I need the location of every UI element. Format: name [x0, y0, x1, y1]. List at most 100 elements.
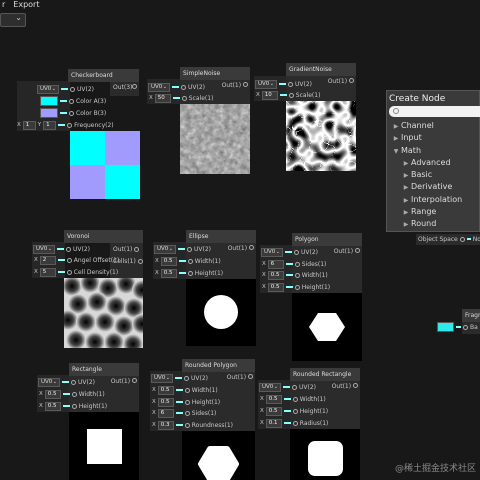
width-field[interactable]: 0.5	[265, 394, 282, 404]
width-field[interactable]: 0.5	[157, 385, 174, 395]
uv-channel-select[interactable]: UV0	[38, 377, 60, 387]
port-icon[interactable]	[292, 384, 297, 390]
port-icon[interactable]	[248, 374, 253, 379]
port-icon[interactable]	[355, 248, 360, 253]
node-title[interactable]: Voronoi	[64, 230, 143, 243]
node-title[interactable]: Polygon	[292, 233, 362, 246]
create-node-item-channel[interactable]: ▶ Channel	[387, 120, 479, 132]
create-node-item-math[interactable]: ▼ Math	[387, 145, 479, 157]
node-title[interactable]: GradientNoise	[286, 63, 356, 76]
node-title[interactable]: Rounded Polygon	[182, 359, 255, 372]
create-node-item-interpolation[interactable]: ▶ Interpolation	[387, 194, 479, 206]
port-icon[interactable]	[66, 257, 72, 263]
width-field[interactable]: 0.5	[44, 389, 61, 399]
port-icon[interactable]	[66, 246, 71, 252]
roundness-field[interactable]: 0.3	[157, 420, 174, 430]
output-port[interactable]: Out(3)	[110, 82, 139, 96]
port-icon[interactable]	[69, 110, 74, 116]
create-node-item-input[interactable]: ▶ Input	[387, 132, 479, 144]
port-icon[interactable]	[132, 84, 138, 89]
port-icon[interactable]	[181, 84, 186, 90]
mode-dropdown[interactable]	[0, 13, 26, 27]
port-icon[interactable]	[249, 245, 254, 250]
menu-item-r[interactable]: r	[0, 0, 7, 10]
port-icon[interactable]	[459, 236, 465, 242]
port-icon[interactable]	[288, 81, 293, 87]
angle-offset-field[interactable]: 2	[39, 255, 56, 265]
color-b-swatch[interactable]	[40, 108, 58, 118]
uv-channel-select[interactable]: UV0	[154, 244, 176, 254]
port-icon[interactable]	[349, 78, 354, 83]
port-icon[interactable]	[294, 249, 299, 255]
uv-channel-select[interactable]: UV0	[151, 373, 173, 383]
port-icon[interactable]	[71, 379, 76, 385]
base-color-swatch[interactable]	[437, 322, 454, 332]
port-icon[interactable]	[187, 270, 193, 276]
create-node-item-label: Derivative	[411, 182, 453, 192]
port-icon[interactable]	[184, 422, 190, 428]
uv-channel-select[interactable]: UV0	[148, 82, 170, 92]
create-node-search-input[interactable]	[389, 106, 480, 117]
port-icon[interactable]	[71, 403, 77, 409]
node-title[interactable]: SimpleNoise	[180, 67, 250, 80]
cell-density-field[interactable]: 5	[39, 267, 56, 277]
port-icon[interactable]	[292, 420, 298, 426]
port-icon[interactable]	[187, 258, 193, 264]
sides-field[interactable]: 6	[267, 259, 284, 269]
uv-channel-select[interactable]: UV0	[255, 79, 277, 89]
create-node-item-advanced[interactable]: ▶ Advanced	[387, 157, 479, 169]
port-icon[interactable]	[184, 375, 189, 381]
port-icon[interactable]	[184, 410, 190, 416]
port-icon[interactable]	[70, 86, 75, 92]
input-label: Height(1)	[194, 269, 224, 277]
node-title[interactable]: Fragm	[462, 309, 480, 322]
height-field[interactable]: 0.5	[160, 268, 177, 278]
width-field[interactable]: 0.5	[267, 270, 284, 280]
height-field[interactable]: 0.5	[157, 397, 174, 407]
port-icon[interactable]	[292, 408, 298, 414]
port-icon[interactable]	[463, 324, 468, 330]
port-icon[interactable]	[69, 98, 74, 104]
port-icon[interactable]	[184, 387, 190, 393]
port-icon[interactable]	[294, 272, 300, 278]
create-node-item-range[interactable]: ▶ Range	[387, 206, 479, 218]
uv-channel-select[interactable]: UV0	[259, 382, 281, 392]
port-icon[interactable]	[187, 246, 192, 252]
port-icon[interactable]	[66, 269, 72, 275]
uv-channel-select[interactable]: UV0	[261, 247, 283, 257]
port-icon[interactable]	[132, 378, 137, 383]
node-title[interactable]: Checkerboard	[68, 69, 139, 82]
port-icon[interactable]	[67, 122, 73, 128]
create-node-item-derivative[interactable]: ▶ Derivative	[387, 181, 479, 193]
node-title[interactable]: Rectangle	[69, 363, 139, 376]
height-field[interactable]: 0.5	[44, 401, 61, 411]
radius-field[interactable]: 0.1	[265, 418, 282, 428]
height-field[interactable]: 0.5	[267, 282, 284, 292]
port-icon[interactable]	[137, 258, 143, 264]
frequency-x-field[interactable]: 1	[22, 120, 36, 130]
uv-channel-select[interactable]: UV0	[37, 84, 59, 94]
port-icon[interactable]	[353, 383, 358, 388]
node-title[interactable]: Rounded Rectangle	[290, 368, 360, 381]
port-icon[interactable]	[288, 92, 294, 98]
uv-channel-select[interactable]: UV0	[33, 244, 55, 254]
frequency-y-field[interactable]: 1	[43, 120, 57, 130]
scale-field[interactable]: 10	[261, 90, 278, 100]
port-icon[interactable]	[134, 246, 140, 252]
port-icon[interactable]	[292, 396, 298, 402]
port-icon[interactable]	[71, 391, 77, 397]
color-a-swatch[interactable]	[40, 96, 58, 106]
port-icon[interactable]	[294, 284, 300, 290]
scale-field[interactable]: 50	[154, 93, 171, 103]
width-field[interactable]: 0.5	[160, 256, 177, 266]
port-icon[interactable]	[184, 399, 190, 405]
port-icon[interactable]	[243, 82, 248, 87]
height-field[interactable]: 0.5	[265, 406, 282, 416]
node-title[interactable]: Ellipse	[186, 230, 256, 243]
create-node-item-round[interactable]: ▶ Round	[387, 218, 479, 230]
sides-field[interactable]: 6	[157, 408, 174, 418]
port-icon[interactable]	[294, 261, 300, 267]
port-icon[interactable]	[181, 95, 187, 101]
menu-item-export[interactable]: Export	[11, 0, 41, 10]
create-node-item-basic[interactable]: ▶ Basic	[387, 169, 479, 181]
